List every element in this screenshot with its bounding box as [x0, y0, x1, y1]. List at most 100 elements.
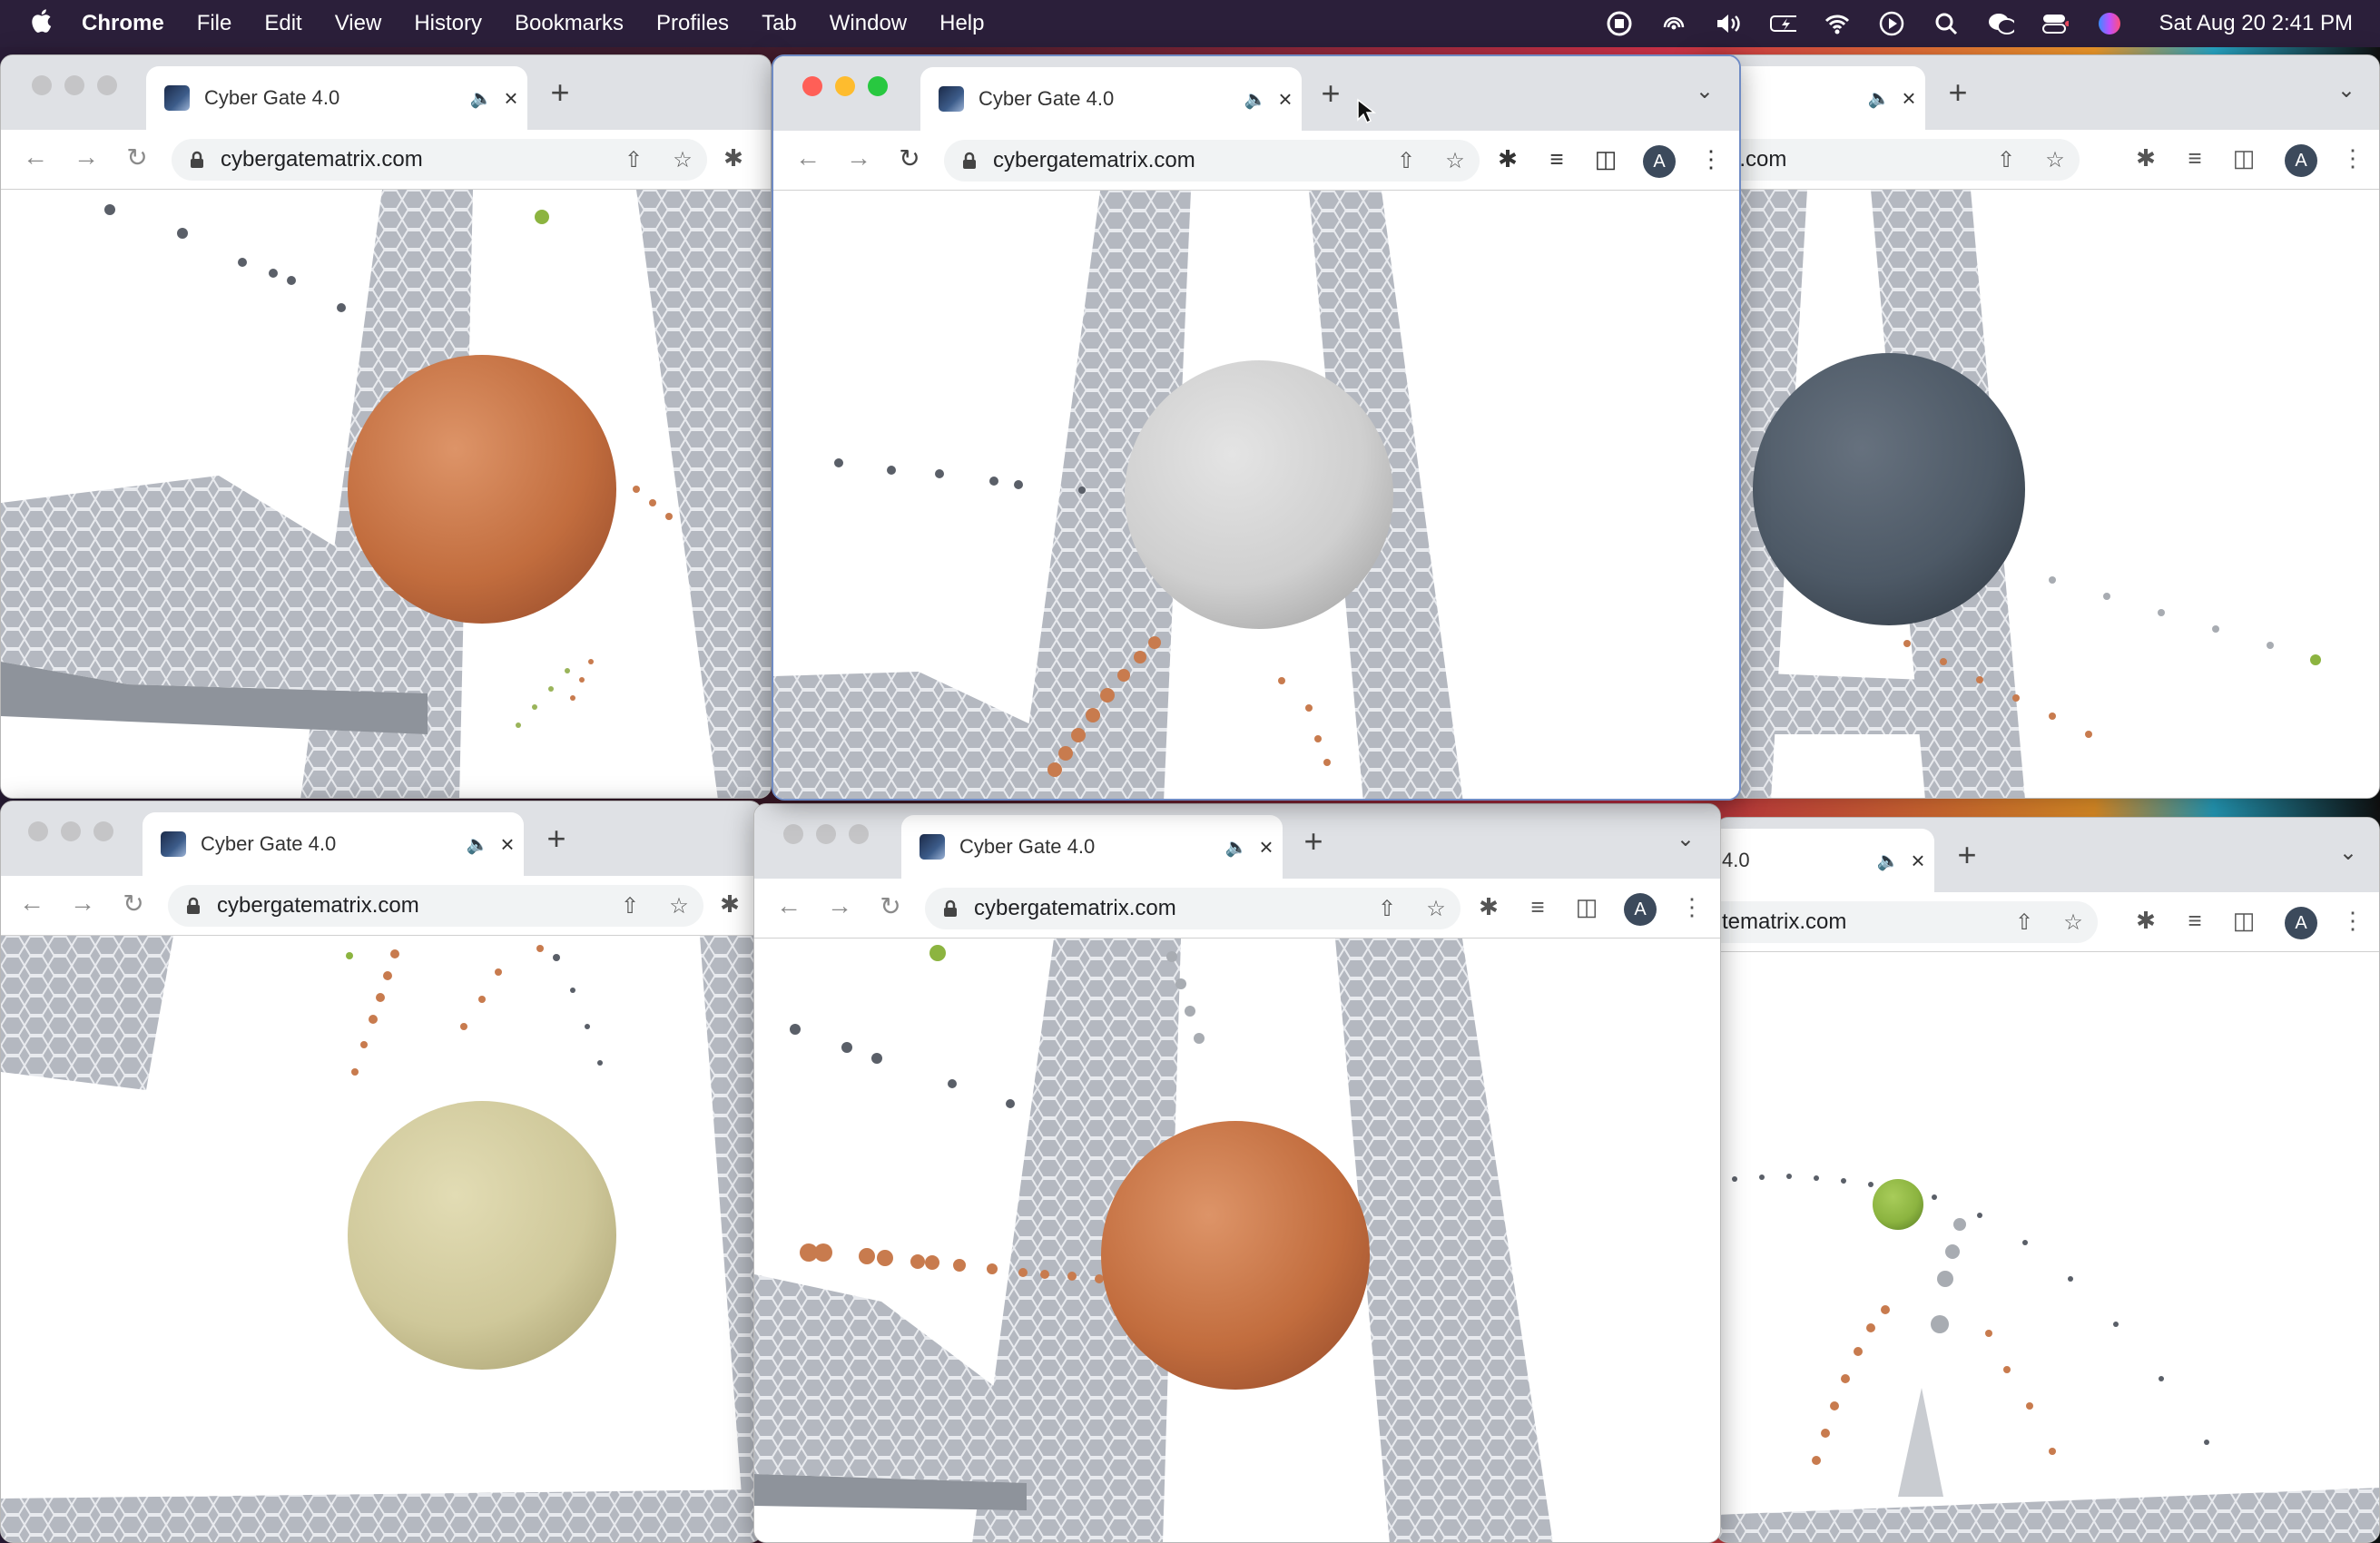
tab-close-icon[interactable]: × — [1250, 833, 1283, 861]
search-icon[interactable] — [1933, 10, 1960, 37]
reload-icon[interactable]: ↻ — [891, 143, 928, 173]
share-icon[interactable]: ⇧ — [2000, 909, 2049, 936]
share-icon[interactable]: ⇧ — [1382, 148, 1431, 174]
tab-mute-icon[interactable]: 🔈 — [464, 833, 491, 856]
bookmark-star-icon[interactable]: ☆ — [658, 147, 707, 173]
web-viewport[interactable] — [1716, 952, 2379, 1542]
screen-record-icon[interactable] — [1606, 10, 1633, 37]
extensions-icon[interactable]: ✱ — [714, 890, 745, 919]
play-icon[interactable] — [1878, 10, 1905, 37]
tab-cyber-gate[interactable]: Cyber Gate 4.0 🔈 × — [920, 67, 1302, 131]
address-bar[interactable]: cybergatematrix.com ⇧ ☆ — [168, 885, 703, 927]
forward-arrow-icon[interactable]: → — [841, 143, 877, 172]
close-window-button[interactable] — [802, 76, 822, 96]
tab-cyber-gate[interactable]: Cyber Gate 4.0 🔈 × — [143, 812, 524, 876]
side-panel-icon[interactable]: ◫ — [1571, 893, 1602, 921]
bookmark-star-icon[interactable]: ☆ — [654, 893, 703, 919]
tab-cyber-gate[interactable]: 4.0 🔈 × — [1716, 829, 1934, 892]
tab-mute-icon[interactable]: 🔈 — [1874, 850, 1902, 872]
zoom-window-button[interactable] — [93, 821, 113, 841]
tab-close-icon[interactable]: × — [1893, 84, 1925, 113]
web-viewport[interactable] — [773, 191, 1739, 799]
menu-file[interactable]: File — [197, 11, 232, 36]
wifi-icon[interactable] — [1824, 10, 1851, 37]
address-bar[interactable]: cybergatematrix.com ⇧ ☆ — [944, 140, 1480, 182]
more-menu-icon[interactable]: ⋮ — [2337, 907, 2368, 935]
share-icon[interactable]: ⇧ — [1982, 147, 2031, 173]
browser-window-bottom-right[interactable]: 4.0 🔈 × + ⌄ tematrix.com ⇧ ☆ ✱ ≡ ◫ A ⋮ — [1716, 817, 2380, 1543]
back-arrow-icon[interactable]: ← — [790, 143, 826, 172]
profile-avatar[interactable]: A — [1643, 145, 1676, 178]
airdrop-icon[interactable] — [1660, 10, 1687, 37]
reload-icon[interactable]: ↻ — [119, 143, 155, 172]
side-panel-icon[interactable]: ◫ — [1590, 145, 1621, 173]
tab-search-chevron-icon[interactable]: ⌄ — [1677, 826, 1695, 852]
tab-mute-icon[interactable]: 🔈 — [1242, 88, 1269, 111]
extensions-icon[interactable]: ✱ — [2130, 907, 2161, 935]
menu-view[interactable]: View — [335, 11, 382, 36]
zoom-window-button[interactable] — [849, 824, 869, 844]
browser-window-bottom-left[interactable]: Cyber Gate 4.0 🔈 × + ← → ↻ cybergatematr… — [0, 801, 762, 1543]
tab-mute-icon[interactable]: 🔈 — [467, 87, 495, 110]
control-center-icon[interactable] — [2041, 10, 2069, 37]
tab-close-icon[interactable]: × — [1269, 85, 1302, 113]
zoom-window-button[interactable] — [97, 75, 117, 95]
reading-list-icon[interactable]: ≡ — [2179, 907, 2210, 935]
browser-window-bottom-center[interactable]: Cyber Gate 4.0 🔈 × + ⌄ ← → ↻ cybergatema… — [753, 803, 1721, 1543]
web-viewport[interactable] — [1, 190, 771, 798]
web-viewport[interactable] — [1698, 190, 2379, 798]
menu-help[interactable]: Help — [939, 11, 984, 36]
side-panel-icon[interactable]: ◫ — [2228, 907, 2259, 935]
close-window-button[interactable] — [32, 75, 52, 95]
profile-avatar[interactable]: A — [2285, 144, 2317, 177]
close-window-button[interactable] — [28, 821, 48, 841]
volume-icon[interactable] — [1715, 10, 1742, 37]
back-arrow-icon[interactable]: ← — [14, 889, 50, 918]
browser-window-top-left[interactable]: Cyber Gate 4.0 🔈 × + ← → ↻ cybergatematr… — [0, 54, 772, 799]
forward-arrow-icon[interactable]: → — [821, 891, 858, 920]
reading-list-icon[interactable]: ≡ — [1522, 893, 1553, 921]
back-arrow-icon[interactable]: ← — [17, 143, 54, 172]
new-tab-button[interactable]: + — [542, 74, 578, 112]
bookmark-star-icon[interactable]: ☆ — [2049, 909, 2098, 936]
close-window-button[interactable] — [783, 824, 803, 844]
new-tab-button[interactable]: + — [1940, 74, 1976, 112]
tab-cyber-gate[interactable]: Cyber Gate 4.0 🔈 × — [901, 815, 1283, 879]
tab-close-icon[interactable]: × — [495, 84, 527, 113]
minimize-window-button[interactable] — [816, 824, 836, 844]
menu-profiles[interactable]: Profiles — [656, 11, 729, 36]
minimize-window-button[interactable] — [61, 821, 81, 841]
siri-icon[interactable] — [2096, 10, 2123, 37]
menu-app-name[interactable]: Chrome — [82, 11, 164, 36]
apple-menu-icon[interactable] — [0, 8, 82, 40]
forward-arrow-icon[interactable]: → — [64, 889, 101, 918]
reading-list-icon[interactable]: ≡ — [1541, 145, 1572, 173]
tab-search-chevron-icon[interactable]: ⌄ — [1696, 78, 1714, 104]
battery-icon[interactable] — [1769, 10, 1796, 37]
forward-arrow-icon[interactable]: → — [68, 143, 104, 172]
tab-mute-icon[interactable]: 🔈 — [1223, 836, 1250, 859]
address-bar[interactable]: cybergatematrix.com ⇧ ☆ — [172, 139, 707, 181]
extensions-icon[interactable]: ✱ — [2130, 144, 2161, 172]
share-icon[interactable]: ⇧ — [609, 147, 658, 173]
menu-tab[interactable]: Tab — [762, 11, 797, 36]
extensions-icon[interactable]: ✱ — [718, 144, 749, 172]
bookmark-star-icon[interactable]: ☆ — [2031, 147, 2080, 173]
new-tab-button[interactable]: + — [1295, 822, 1332, 860]
zoom-window-button[interactable] — [868, 76, 888, 96]
more-menu-icon[interactable]: ⋮ — [1696, 145, 1726, 173]
bookmark-star-icon[interactable]: ☆ — [1411, 896, 1460, 922]
tab-close-icon[interactable]: × — [1902, 847, 1934, 875]
address-bar[interactable]: cybergatematrix.com ⇧ ☆ — [925, 888, 1460, 929]
profile-avatar[interactable]: A — [2285, 907, 2317, 939]
web-viewport[interactable] — [1, 936, 762, 1542]
menu-clock[interactable]: Sat Aug 20 2:41 PM — [2159, 11, 2353, 36]
minimize-window-button[interactable] — [835, 76, 855, 96]
more-menu-icon[interactable]: ⋮ — [1677, 893, 1707, 921]
tab-cyber-gate[interactable]: Cyber Gate 4.0 🔈 × — [146, 66, 527, 130]
tab-search-chevron-icon[interactable]: ⌄ — [2339, 840, 2357, 866]
browser-window-top-center[interactable]: Cyber Gate 4.0 🔈 × + ⌄ ← → ↻ cybergatema… — [772, 54, 1741, 801]
reload-icon[interactable]: ↻ — [115, 889, 152, 919]
more-menu-icon[interactable]: ⋮ — [2337, 144, 2368, 172]
share-icon[interactable]: ⇧ — [605, 893, 654, 919]
